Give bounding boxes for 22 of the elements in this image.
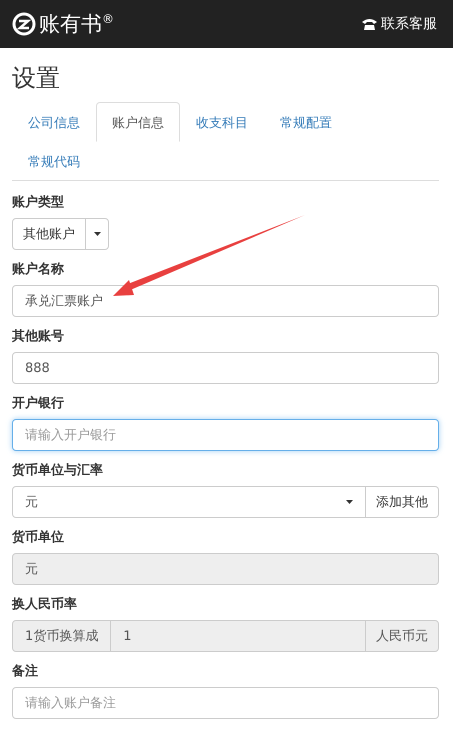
support-link[interactable]: 联系客服 [381,15,437,33]
add-other-button[interactable]: 添加其他 [366,486,439,518]
field-label: 其他账号 [12,328,65,345]
field-label: 货币单位 [12,528,65,546]
brand-name[interactable]: 账有书$^{®}$ [39,10,114,38]
tab[interactable]: 账户信息 [96,102,180,142]
field-label: 账户名称 [12,260,65,278]
dropdown[interactable]: 元 [12,486,366,518]
input-field[interactable]: 承兑汇票账户 [12,285,439,317]
input-field[interactable]: 888 [12,352,439,384]
field-label: 货币单位与汇率 [12,462,104,479]
page-title: 设置 [12,63,61,94]
field-label: 开户银行 [12,394,65,412]
tab[interactable]: 公司信息 [12,102,96,142]
field-label: 备注 [12,662,39,680]
tab[interactable]: 收支科目 [180,102,264,142]
input-field[interactable]: 元 [12,553,439,585]
field-label: 账户类型 [12,194,65,211]
dropdown[interactable]: 其他账户 [12,218,109,250]
field-label: 换人民币率 [12,596,78,613]
tab[interactable]: 常规代码 [12,141,96,181]
tab[interactable]: 常规配置 [264,102,348,142]
